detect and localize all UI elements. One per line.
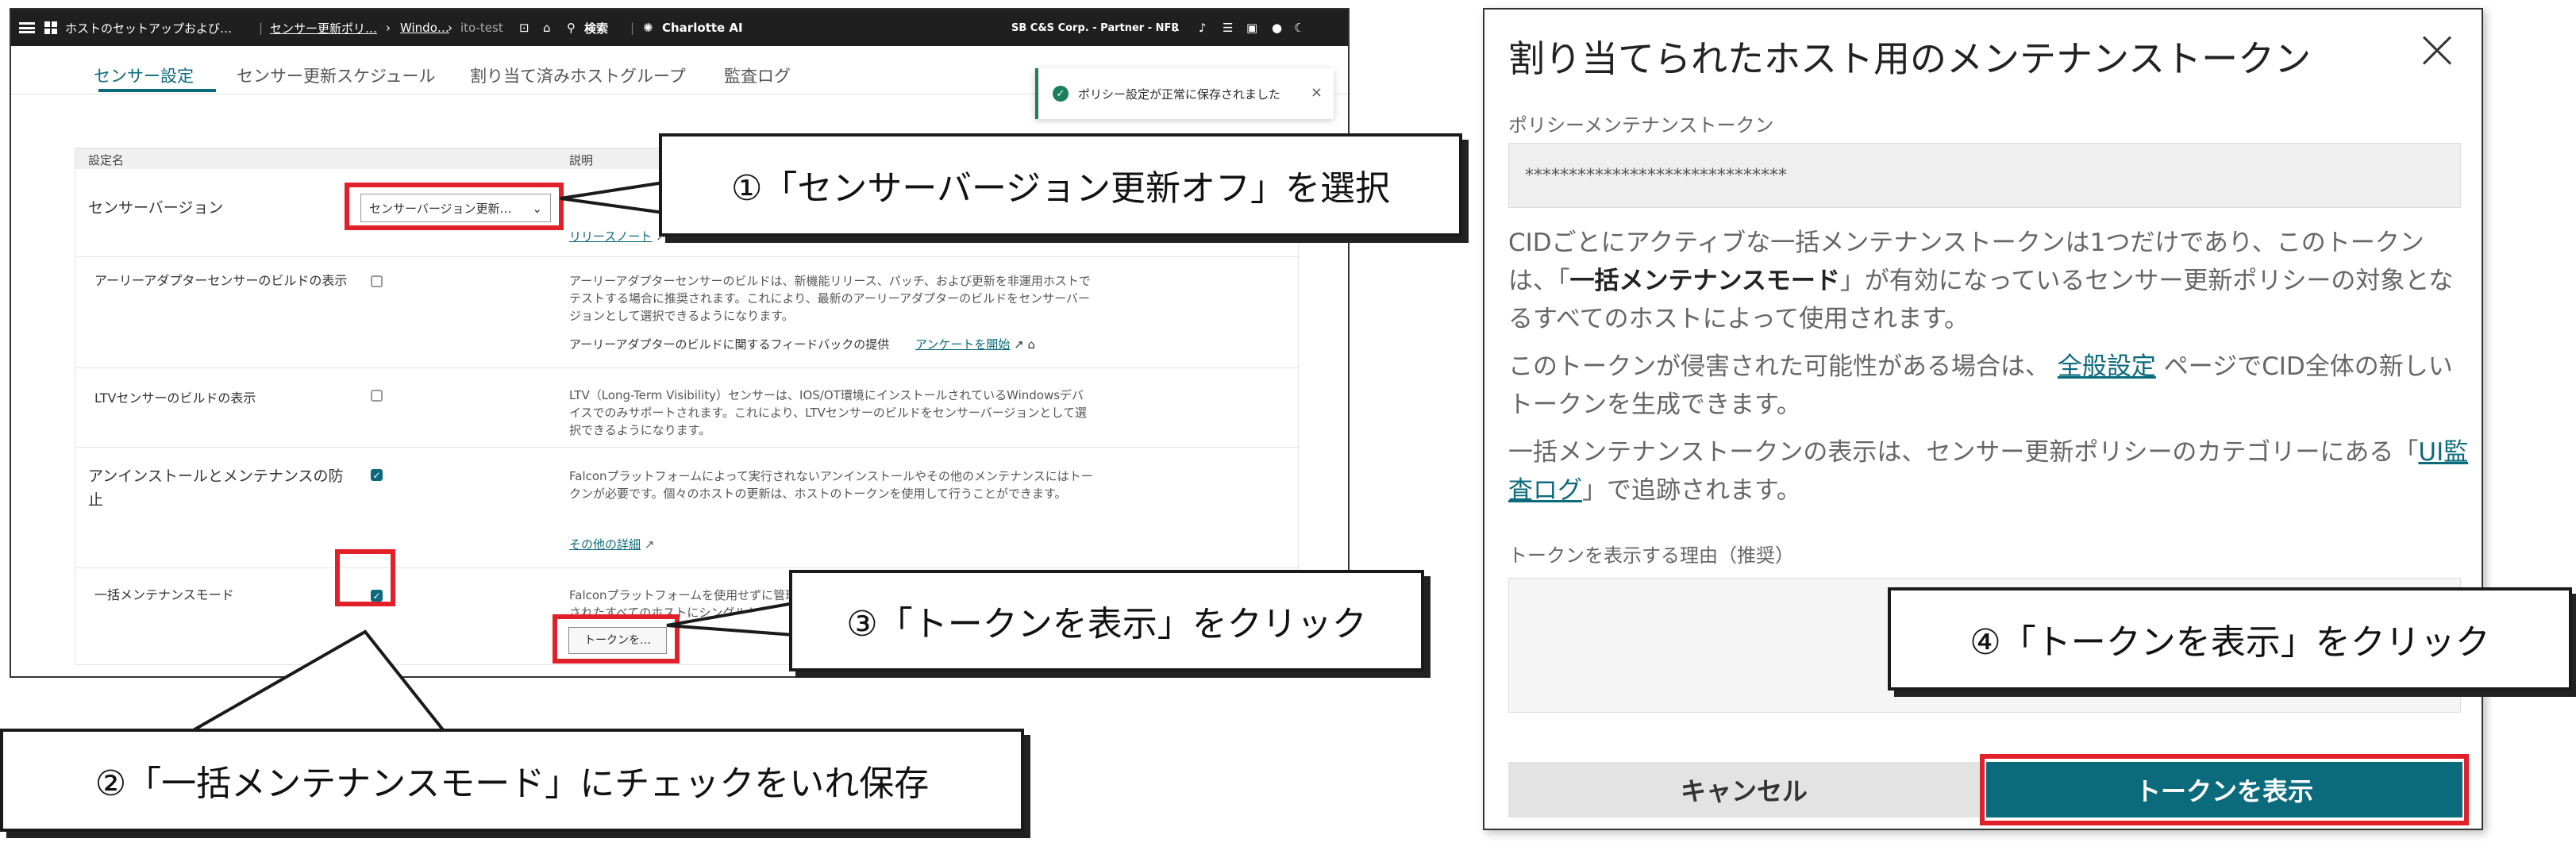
close-icon[interactable] [2418,35,2450,67]
paragraph-text: このトークンが侵害された可能性がある場合は、 [1508,352,2050,381]
callout-step-1: ①「センサーバージョン更新オフ」を選択 [659,133,1462,237]
callout-step-3: ③「トークンを表示」をクリック [789,570,1424,671]
paragraph-bold: 一括メンテナンスモード [1569,267,1840,295]
token-field: ****************************** [1508,143,2461,208]
token-label: ポリシーメンテナンストークン [1508,114,1774,137]
dialog-paragraph-1: CIDごとにアクティブな一括メンテナンストークンは1つだけであり、このトークンは… [1508,224,2469,338]
cancel-button[interactable]: キャンセル [1508,762,1980,817]
paragraph-text: 一括メンテナンストークンの表示は、センサー更新ポリシーのカテゴリーにある「 [1508,438,2419,467]
paragraph-text: 」で追跡されます。 [1582,476,1801,505]
highlight-box [1980,754,2469,825]
callout-step-4: ④「トークンを表示」をクリック [1888,587,2572,691]
callout-3-pointer [666,601,795,637]
reason-label: トークンを表示する理由（推奨） [1508,544,1794,567]
maintenance-token-dialog: 割り当てられたホスト用のメンテナンストークン ポリシーメンテナンストークン **… [1483,8,2483,830]
general-settings-link[interactable]: 全般設定 [2058,352,2156,381]
callout-2-pointer [184,629,449,733]
dialog-title: 割り当てられたホスト用のメンテナンストークン [1508,37,2312,80]
callout-1-pointer [560,180,665,215]
dialog-paragraph-3: 一括メンテナンストークンの表示は、センサー更新ポリシーのカテゴリーにある「UI監… [1508,433,2469,510]
callout-step-2: ②「一括メンテナンスモード」にチェックをいれ保存 [0,729,1024,832]
dialog-paragraph-2: このトークンが侵害された可能性がある場合は、 全般設定 ページでCID全体の新し… [1508,348,2469,424]
